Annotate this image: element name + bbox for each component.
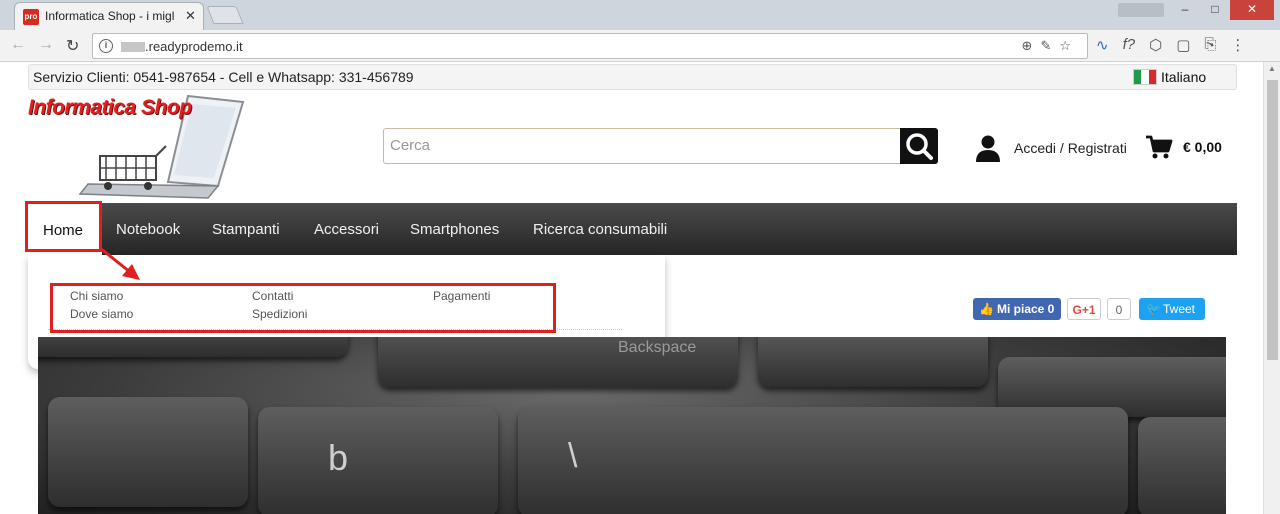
keyboard-key: \ <box>518 407 1128 514</box>
italian-flag-icon <box>1133 69 1157 85</box>
keyboard-key: b <box>258 407 498 514</box>
keyboard-key: Backspace <box>378 337 738 387</box>
forward-arrow-icon[interactable]: → <box>38 36 54 54</box>
keyboard-key <box>758 337 988 387</box>
keyboard-key <box>1138 417 1226 514</box>
twitter-bird-icon: 🐦 <box>1146 302 1161 316</box>
minimize-button[interactable]: – <box>1170 0 1200 20</box>
tab-title: Informatica Shop - i migl <box>45 9 175 23</box>
language-label: Italiano <box>1161 69 1207 85</box>
scroll-up-icon[interactable]: ▲ <box>1268 64 1276 73</box>
nav-item-notebook[interactable]: Notebook <box>116 221 180 238</box>
menu-highlight-box <box>50 283 556 333</box>
hero-keyboard-image: Backspace b \ <box>38 337 1226 514</box>
home-highlight-box <box>25 201 102 252</box>
extension-screen-icon[interactable]: ▢ <box>1176 36 1190 54</box>
key-label-backspace: Backspace <box>618 339 697 356</box>
search-icon <box>906 133 933 160</box>
keyboard-key <box>48 397 248 507</box>
site-logo[interactable]: Informatica Shop <box>26 92 246 202</box>
extension-pdf-icon[interactable]: ⎘ <box>1204 36 1216 54</box>
annotation-arrow-icon <box>99 246 140 280</box>
reload-icon[interactable]: ↻ <box>66 36 79 56</box>
shopping-cart-icon <box>1146 135 1173 159</box>
login-register-label: Accedi / Registrati <box>1014 140 1127 156</box>
search-input[interactable] <box>390 137 890 154</box>
user-icon <box>976 135 1000 162</box>
extension-icons: ∿ f? ⬡ ▢ ⎘ ⋮ <box>1096 36 1245 54</box>
site-info-icon[interactable]: i <box>99 39 113 53</box>
nav-item-stampanti[interactable]: Stampanti <box>212 221 280 238</box>
browser-menu-icon[interactable]: ⋮ <box>1230 36 1245 54</box>
browser-tab[interactable]: pro Informatica Shop - i migl ✕ <box>14 2 204 30</box>
tweet-label: Tweet <box>1163 302 1196 316</box>
thumbs-up-icon: 👍 <box>979 302 994 316</box>
extension-cube-icon[interactable]: ⬡ <box>1149 36 1162 54</box>
customer-service-contact: Servizio Clienti: 0541-987654 - Cell e W… <box>33 69 414 85</box>
keyboard-key <box>38 337 348 357</box>
back-arrow-icon[interactable]: ← <box>10 36 26 54</box>
extension-wave-icon[interactable]: ∿ <box>1096 36 1109 54</box>
language-selector[interactable]: Italiano <box>1133 69 1206 85</box>
url-text: .readyprodemo.it <box>145 39 243 54</box>
maximize-button[interactable]: □ <box>1200 0 1230 20</box>
key-label-b: b <box>328 437 349 478</box>
browser-tab-strip: pro Informatica Shop - i migl ✕ – □ ✕ <box>0 0 1280 30</box>
favicon-icon: pro <box>23 9 39 25</box>
star-bookmark-icon[interactable]: ☆ <box>1059 38 1079 53</box>
facebook-like-button[interactable]: 👍 Mi piace 0 <box>973 298 1061 320</box>
nav-item-accessori[interactable]: Accessori <box>314 221 379 238</box>
account-link[interactable]: Accedi / Registrati <box>974 134 1127 162</box>
address-bar[interactable]: i .readyprodemo.it ⊕✎☆ <box>92 33 1088 59</box>
main-navigation: Home Notebook Stampanti Accessori Smartp… <box>28 203 1237 255</box>
scrollbar-thumb[interactable] <box>1267 80 1278 360</box>
url-redacted-part <box>121 42 145 52</box>
cart-total: € 0,00 <box>1183 139 1222 155</box>
window-user-badge <box>1118 3 1164 17</box>
page-scrollbar[interactable]: ▲ <box>1263 62 1280 514</box>
new-tab-button[interactable] <box>206 6 244 24</box>
logo-brand-text: Informatica Shop <box>28 96 192 119</box>
key-label-backslash: \ <box>568 437 578 475</box>
google-plus-count: 0 <box>1107 298 1131 320</box>
omnibox-icons: ⊕✎☆ <box>1022 38 1079 54</box>
google-plus-button[interactable]: G+1 <box>1067 298 1101 320</box>
tab-close-icon[interactable]: ✕ <box>185 8 196 24</box>
browser-toolbar: ← → ↻ i .readyprodemo.it ⊕✎☆ <box>0 30 1280 62</box>
window-close-button[interactable]: ✕ <box>1230 0 1274 20</box>
cart-link[interactable]: € 0,00 <box>1145 134 1222 160</box>
nav-item-smartphones[interactable]: Smartphones <box>410 221 499 238</box>
nav-item-ricerca-consumabili[interactable]: Ricerca consumabili <box>533 221 667 238</box>
search-button[interactable] <box>900 128 938 164</box>
tweet-button[interactable]: 🐦 Tweet <box>1139 298 1205 320</box>
extension-fx-icon[interactable]: f? <box>1123 36 1136 54</box>
search-box <box>383 128 938 164</box>
top-info-bar: Servizio Clienti: 0541-987654 - Cell e W… <box>28 64 1237 90</box>
pin-icon[interactable]: ✎ <box>1040 38 1059 53</box>
window-controls: – □ ✕ <box>1170 0 1274 20</box>
facebook-like-label: Mi piace 0 <box>997 302 1055 316</box>
zoom-icon[interactable]: ⊕ <box>1022 38 1041 53</box>
